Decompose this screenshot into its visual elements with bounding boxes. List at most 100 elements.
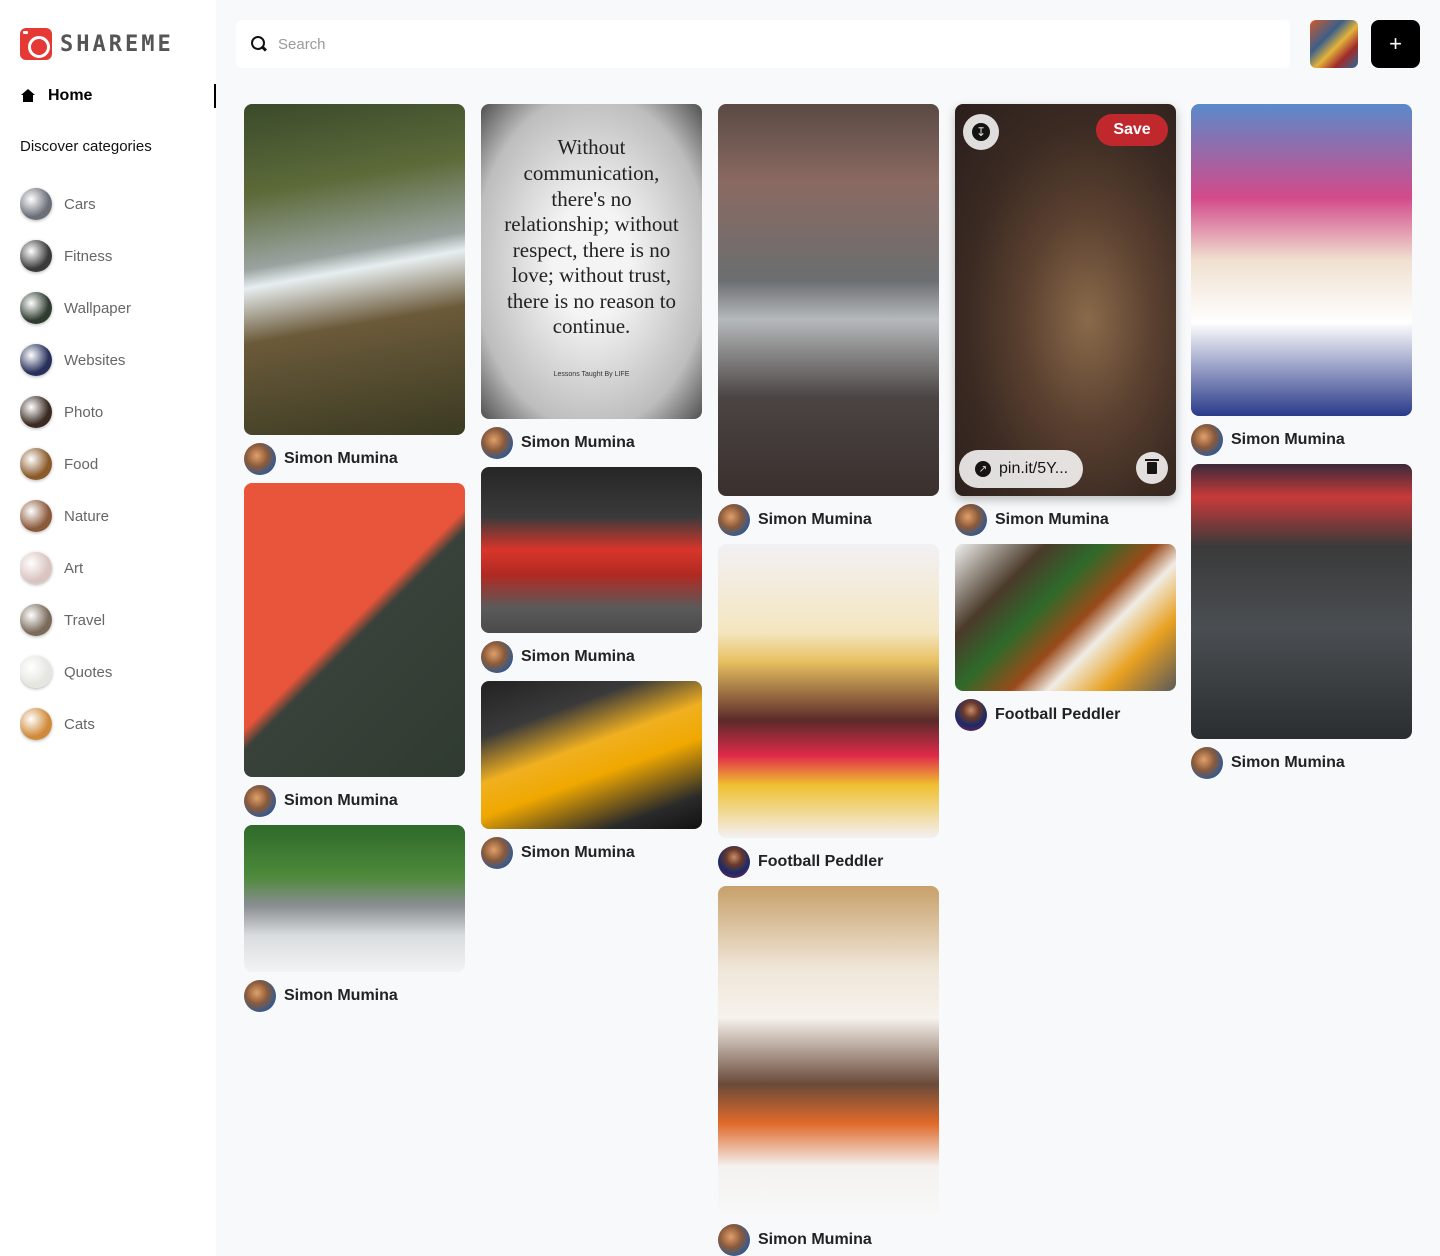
source-link-button[interactable]: ↗ pin.it/5Y...: [959, 450, 1083, 488]
search-icon: [250, 35, 268, 53]
pin-card[interactable]: Simon Mumina: [718, 886, 939, 1256]
author-avatar: [244, 980, 276, 1012]
author-name: Football Peddler: [995, 706, 1121, 723]
category-item-nature[interactable]: Nature: [20, 490, 210, 542]
author-name: Simon Mumina: [284, 987, 398, 1004]
pin-image[interactable]: [1191, 464, 1412, 739]
category-item-travel[interactable]: Travel: [20, 594, 210, 646]
author-avatar: [481, 427, 513, 459]
logo[interactable]: SHAREME: [20, 28, 174, 60]
author-avatar: [718, 504, 750, 536]
pin-card[interactable]: Simon Mumina: [718, 104, 939, 536]
pin-image[interactable]: [718, 544, 939, 838]
external-link-icon: ↗: [975, 461, 991, 477]
category-thumbnail: [20, 604, 52, 636]
pin-card[interactable]: Simon Mumina: [1191, 104, 1412, 456]
pin-image[interactable]: [718, 104, 939, 496]
download-button[interactable]: ↧: [963, 114, 999, 150]
pin-image[interactable]: [244, 104, 465, 435]
category-thumbnail: [20, 240, 52, 272]
category-item-cats[interactable]: Cats: [20, 698, 210, 750]
pin-image[interactable]: [244, 825, 465, 972]
pin-author[interactable]: Simon Mumina: [481, 641, 702, 673]
source-link-label: pin.it/5Y...: [999, 460, 1069, 477]
pin-image[interactable]: [1191, 104, 1412, 416]
camera-icon: [20, 28, 52, 60]
pin-image[interactable]: ↧ Save ↗ pin.it/5Y...: [955, 104, 1176, 496]
category-item-art[interactable]: Art: [20, 542, 210, 594]
save-button[interactable]: Save: [1096, 114, 1168, 146]
nav-home-label: Home: [48, 87, 93, 104]
category-item-wallpaper[interactable]: Wallpaper: [20, 282, 210, 334]
author-name: Simon Mumina: [758, 511, 872, 528]
category-label: Wallpaper: [64, 299, 131, 317]
search-input[interactable]: [278, 35, 1178, 53]
category-thumbnail: [20, 500, 52, 532]
pin-image[interactable]: [718, 886, 939, 1216]
author-avatar: [718, 1224, 750, 1256]
category-item-cars[interactable]: Cars: [20, 178, 210, 230]
category-item-quotes[interactable]: Quotes: [20, 646, 210, 698]
category-thumbnail: [20, 344, 52, 376]
pin-author[interactable]: Simon Mumina: [481, 837, 702, 869]
pin-image-quote[interactable]: Without communication, there's no relati…: [481, 104, 702, 419]
author-name: Simon Mumina: [1231, 431, 1345, 448]
pin-card[interactable]: Simon Mumina: [1191, 464, 1412, 779]
author-name: Simon Mumina: [521, 434, 635, 451]
category-item-photo[interactable]: Photo: [20, 386, 210, 438]
quote-signature: Lessons Taught By LIFE: [553, 371, 630, 379]
category-label: Quotes: [64, 663, 113, 681]
pin-author[interactable]: Simon Mumina: [1191, 424, 1412, 456]
user-avatar[interactable]: [1310, 20, 1358, 68]
category-label: Nature: [64, 507, 110, 525]
category-label: Cats: [64, 715, 95, 733]
author-name: Simon Mumina: [1231, 754, 1345, 771]
category-label: Food: [64, 455, 99, 473]
pin-author[interactable]: Simon Mumina: [481, 427, 702, 459]
category-item-websites[interactable]: Websites: [20, 334, 210, 386]
author-avatar: [244, 443, 276, 475]
pin-image[interactable]: [481, 681, 702, 829]
pin-author[interactable]: Football Peddler: [718, 846, 939, 878]
pin-author[interactable]: Simon Mumina: [1191, 747, 1412, 779]
add-pin-button[interactable]: +: [1371, 20, 1420, 68]
delete-button[interactable]: [1136, 452, 1168, 484]
pin-card[interactable]: Simon Mumina: [244, 483, 465, 817]
download-icon: ↧: [972, 123, 990, 141]
pin-card[interactable]: Simon Mumina: [481, 467, 702, 673]
pin-image[interactable]: [481, 467, 702, 633]
pin-card[interactable]: ↧ Save ↗ pin.it/5Y... Simon Mumina: [955, 104, 1176, 536]
pin-author[interactable]: Simon Mumina: [718, 1224, 939, 1256]
pin-card[interactable]: Without communication, there's no relati…: [481, 104, 702, 459]
nav-home[interactable]: Home: [20, 84, 216, 108]
pin-author[interactable]: Simon Mumina: [244, 980, 465, 1012]
pin-author[interactable]: Football Peddler: [955, 699, 1176, 731]
category-list: Cars Fitness Wallpaper Websites Photo Fo…: [20, 178, 210, 758]
author-name: Simon Mumina: [995, 511, 1109, 528]
author-name: Simon Mumina: [284, 792, 398, 809]
pin-author[interactable]: Simon Mumina: [244, 443, 465, 475]
category-label: Cars: [64, 195, 96, 213]
pin-author[interactable]: Simon Mumina: [244, 785, 465, 817]
author-avatar: [718, 846, 750, 878]
logo-text: SHAREME: [60, 31, 174, 57]
search-bar[interactable]: [236, 20, 1290, 68]
category-thumbnail: [20, 396, 52, 428]
pin-card[interactable]: Simon Mumina: [481, 681, 702, 869]
pin-image[interactable]: [955, 544, 1176, 691]
pin-card[interactable]: Football Peddler: [955, 544, 1176, 731]
category-label: Photo: [64, 403, 104, 421]
pin-author[interactable]: Simon Mumina: [718, 504, 939, 536]
pin-image[interactable]: [244, 483, 465, 777]
category-label: Art: [64, 559, 84, 577]
category-thumbnail: [20, 656, 52, 688]
author-avatar: [1191, 747, 1223, 779]
pin-card[interactable]: Simon Mumina: [244, 825, 465, 1012]
category-item-food[interactable]: Food: [20, 438, 210, 490]
pin-card[interactable]: Football Peddler: [718, 544, 939, 878]
category-item-fitness[interactable]: Fitness: [20, 230, 210, 282]
category-thumbnail: [20, 708, 52, 740]
pin-author[interactable]: Simon Mumina: [955, 504, 1176, 536]
category-item-partial[interactable]: [20, 750, 210, 758]
pin-card[interactable]: Simon Mumina: [244, 104, 465, 475]
